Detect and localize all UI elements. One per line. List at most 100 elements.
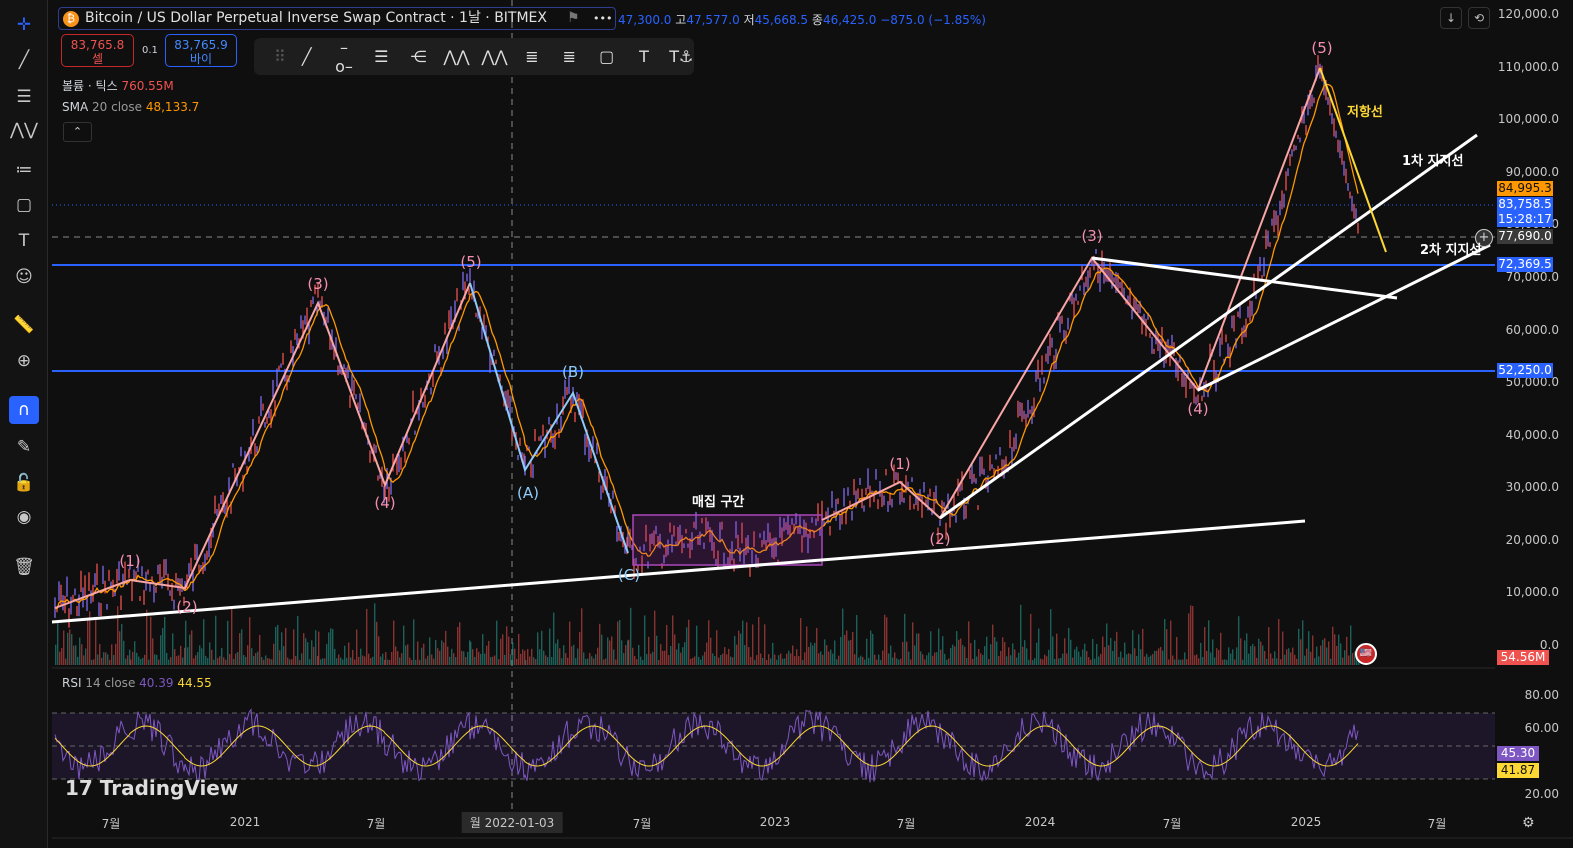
volume-bar bbox=[138, 656, 140, 665]
volume-bar bbox=[91, 659, 93, 665]
volume-bar bbox=[411, 659, 413, 665]
volume-bar bbox=[492, 656, 494, 665]
fib-extension-tool-icon[interactable]: ≣ bbox=[557, 47, 582, 66]
wave-label[interactable]: (4) bbox=[1187, 400, 1208, 418]
volume-bar bbox=[812, 645, 814, 665]
horizontal-ray-tool-icon[interactable]: –o– bbox=[331, 38, 356, 76]
wave-label[interactable]: (2) bbox=[929, 530, 950, 548]
volume-bar bbox=[1030, 613, 1032, 665]
sell-button[interactable]: 83,765.8 셀 bbox=[61, 34, 134, 67]
trend-line-tool-icon[interactable]: ╱ bbox=[294, 47, 319, 66]
volume-bar bbox=[690, 658, 692, 665]
accumulation-zone-label[interactable]: 매집 구간 bbox=[692, 491, 744, 510]
volume-bar bbox=[764, 624, 766, 665]
time-axis-label: 7월 bbox=[896, 817, 916, 831]
volume-bar bbox=[1288, 648, 1290, 665]
volume-bar bbox=[1092, 638, 1094, 665]
volume-bar bbox=[370, 658, 372, 665]
volume-bar bbox=[888, 653, 890, 665]
volume-bar bbox=[832, 653, 834, 665]
wave-label[interactable]: (1) bbox=[889, 455, 910, 473]
wave-label[interactable]: (2) bbox=[176, 598, 197, 616]
settings-icon[interactable]: ⚙ bbox=[1522, 815, 1535, 831]
volume-bar bbox=[1258, 638, 1260, 665]
volume-bar bbox=[326, 644, 328, 665]
symbol-title[interactable]: ₿ Bitcoin / US Dollar Perpetual Inverse S… bbox=[58, 7, 616, 30]
buy-button[interactable]: 83,765.9 바이 bbox=[165, 34, 237, 67]
volume-bar bbox=[166, 652, 168, 665]
volume-bar bbox=[595, 654, 597, 665]
volume-bar bbox=[77, 656, 79, 665]
volume-bar bbox=[565, 653, 567, 665]
pitchfork-tool-icon[interactable]: ⋲ bbox=[406, 47, 431, 66]
volume-bar bbox=[484, 653, 486, 665]
parallel-channel-tool-icon[interactable]: ☰ bbox=[369, 47, 394, 66]
wave-label[interactable]: (5) bbox=[460, 253, 481, 271]
volume-bar bbox=[174, 649, 176, 665]
more-button[interactable]: ••• bbox=[593, 8, 612, 29]
volume-bar bbox=[621, 640, 623, 665]
volume-label: 볼륨 · 틱스 bbox=[62, 79, 118, 93]
anchored-text-tool-icon[interactable]: T⚓ bbox=[669, 47, 694, 66]
price-chart[interactable] bbox=[0, 0, 1573, 848]
volume-bar bbox=[1088, 657, 1090, 665]
volume-bar bbox=[559, 648, 561, 665]
volume-bar bbox=[1230, 653, 1232, 665]
wave-label[interactable]: (1) bbox=[119, 552, 140, 570]
volume-bar bbox=[1342, 657, 1344, 665]
rsi-ma-tag: 41.87 bbox=[1497, 763, 1539, 778]
elliott-impulse-tool-icon[interactable]: ⋀⋀ bbox=[443, 47, 469, 66]
volume-bar bbox=[447, 646, 449, 665]
volume-bar bbox=[992, 624, 994, 665]
elliott-correction-tool-icon[interactable]: ⋀⋀ bbox=[481, 47, 507, 66]
volume-bar bbox=[1180, 659, 1182, 665]
low-value: 45,668.5 bbox=[754, 13, 809, 27]
wave-label[interactable]: (5) bbox=[1311, 39, 1332, 57]
volume-bar bbox=[1154, 650, 1156, 665]
volume-bar bbox=[1102, 636, 1104, 665]
volume-bar bbox=[71, 634, 73, 665]
volume-bar bbox=[162, 627, 164, 665]
resistance-label[interactable]: 저항선 bbox=[1347, 101, 1383, 120]
wave-label[interactable]: (3) bbox=[307, 275, 328, 293]
volume-bar bbox=[342, 659, 344, 665]
volume-bar bbox=[1182, 659, 1184, 665]
volume-bar bbox=[459, 622, 461, 665]
support1-label[interactable]: 1차 지지선 bbox=[1402, 150, 1463, 169]
volume-bar bbox=[107, 654, 109, 665]
volume-bar bbox=[585, 658, 587, 665]
us-flag-icon[interactable]: 🇺🇸 bbox=[1355, 643, 1377, 665]
volume-bar bbox=[844, 634, 846, 665]
volume-bar bbox=[1060, 657, 1062, 665]
sell-price: 83,765.8 bbox=[70, 38, 125, 52]
volume-bar bbox=[1034, 658, 1036, 665]
wave-label[interactable]: (4) bbox=[374, 494, 395, 512]
volume-bar bbox=[516, 658, 518, 665]
rectangle-tool-icon[interactable]: ▢ bbox=[594, 47, 619, 66]
volume-bar bbox=[1032, 659, 1034, 665]
time-axis-label: 7월 bbox=[366, 817, 386, 831]
volume-bar bbox=[1220, 632, 1222, 665]
fib-retracement-tool-icon[interactable]: ≣ bbox=[519, 47, 544, 66]
wave-label[interactable]: (A) bbox=[517, 484, 539, 502]
volume-bar bbox=[170, 657, 172, 665]
volume-bar bbox=[914, 645, 916, 665]
reset-chart-button[interactable]: ⟲ bbox=[1468, 7, 1490, 29]
support2-label[interactable]: 2차 지지선 bbox=[1420, 239, 1492, 258]
volume-bar bbox=[324, 658, 326, 665]
wave-label[interactable]: (3) bbox=[1081, 227, 1102, 245]
time-axis-label: 7월 bbox=[1162, 817, 1182, 831]
volume-bar bbox=[1204, 627, 1206, 665]
volume-bar bbox=[820, 651, 822, 665]
collapse-legend-button[interactable]: ⌃ bbox=[63, 122, 92, 142]
scroll-to-latest-button[interactable]: ↓ bbox=[1440, 7, 1462, 29]
volume-bar bbox=[1006, 656, 1008, 665]
volume-bar bbox=[784, 658, 786, 665]
volume-bar bbox=[928, 652, 930, 665]
flag-icon[interactable]: ⚑ bbox=[567, 8, 580, 29]
wave-label[interactable]: (B) bbox=[562, 363, 584, 381]
wave-label[interactable]: (C) bbox=[618, 566, 640, 584]
volume-bar bbox=[395, 646, 397, 665]
text-tool-icon[interactable]: T bbox=[631, 47, 656, 66]
drag-handle-icon[interactable]: ⠿ bbox=[274, 47, 286, 66]
